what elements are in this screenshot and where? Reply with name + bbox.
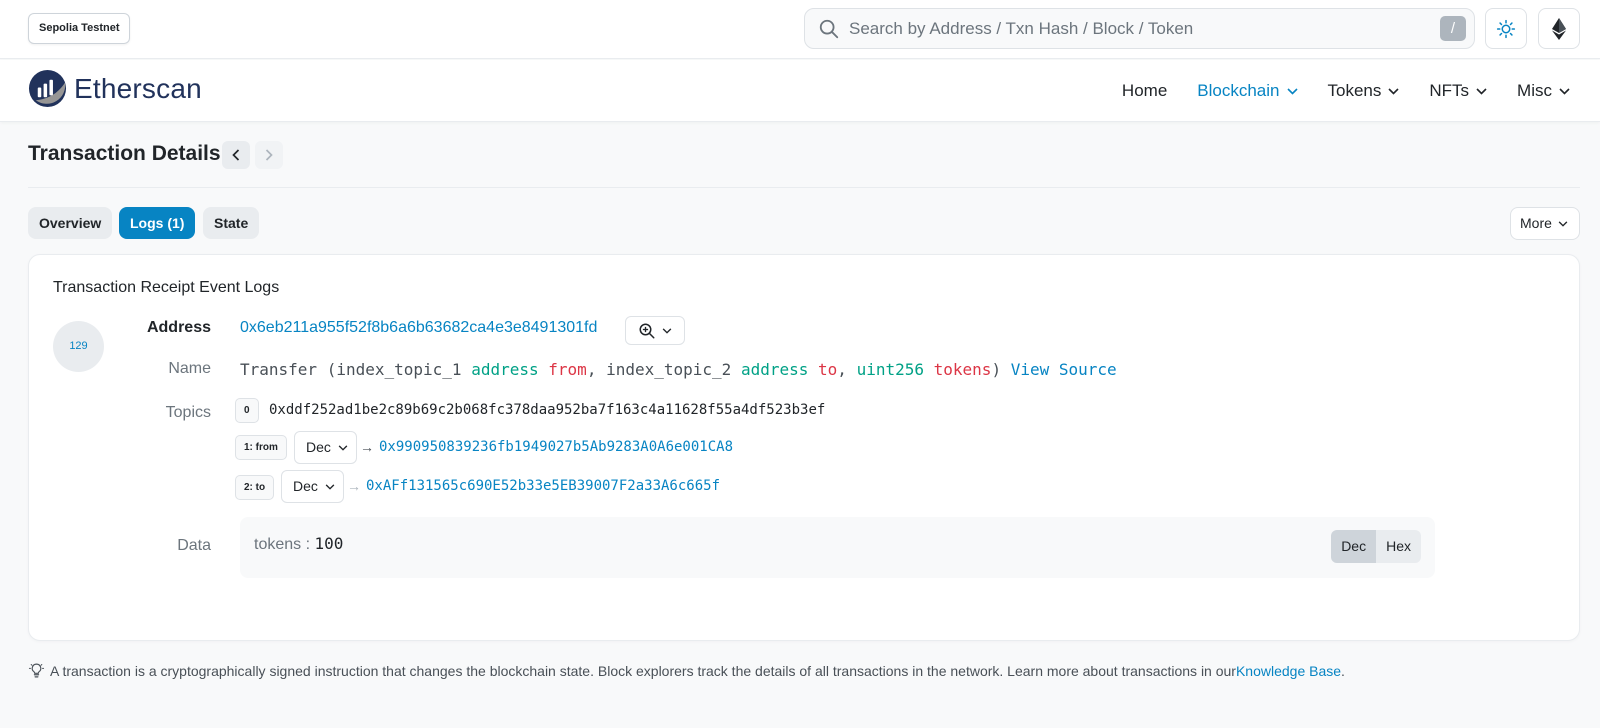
topic-value: 0xddf252ad1be2c89b69c2b068fc378daa952ba7… [269, 402, 826, 418]
punctuation: , [837, 360, 857, 379]
param-type: address [471, 360, 539, 379]
nav-item-label: Tokens [1327, 81, 1382, 100]
topic-format-select[interactable]: Dec [281, 470, 344, 503]
tab-state[interactable]: State [203, 207, 260, 239]
param-name: to [818, 360, 838, 379]
search-shortcut-key: / [1440, 16, 1466, 41]
topic-index-chip: 1: from [235, 435, 287, 460]
network-badge[interactable]: Sepolia Testnet [28, 13, 131, 44]
event-logs-card: Transaction Receipt Event Logs 129 Addre… [28, 254, 1580, 641]
topic-from-address-link[interactable]: 0x990950839236fb1949027b5Ab9283A0A6e001C… [379, 439, 733, 455]
ethereum-icon [1552, 17, 1566, 40]
data-panel: tokens : 100 Dec Hex [240, 517, 1435, 578]
decoded-data: tokens : 100 [254, 534, 343, 554]
param-topic: index_topic_2 [606, 360, 732, 379]
data-label: Data [177, 537, 211, 554]
main-navbar: Etherscan Home Blockchain Tokens NFTs Mi… [0, 60, 1600, 122]
page-title: Transaction Details [28, 142, 221, 165]
more-label: More [1520, 215, 1552, 231]
chevron-down-icon [1559, 87, 1570, 95]
param-name: from [548, 360, 587, 379]
lightbulb-icon [28, 663, 45, 678]
dec-toggle-button[interactable]: Dec [1331, 530, 1377, 563]
event-name: Transfer [240, 360, 318, 379]
knowledge-base-link[interactable]: Knowledge Base [1236, 663, 1341, 679]
nav-item-tokens[interactable]: Tokens [1328, 81, 1400, 101]
chevron-down-icon [1558, 220, 1568, 227]
param-type: address [740, 360, 809, 379]
view-source-link[interactable]: View Source [1011, 360, 1117, 379]
arrow-right-icon: → [360, 439, 374, 455]
param-name: tokens [933, 360, 992, 379]
nav-item-home[interactable]: Home [1122, 81, 1167, 101]
more-dropdown-button[interactable]: More [1510, 207, 1580, 240]
chevron-down-icon [325, 483, 335, 490]
chevron-left-icon [232, 149, 240, 161]
info-text-end: . [1341, 662, 1345, 679]
chevron-down-icon [338, 444, 348, 451]
nav-item-nfts[interactable]: NFTs [1429, 81, 1487, 101]
punctuation: , [586, 360, 607, 379]
chevron-right-icon [265, 149, 273, 161]
data-value: 100 [314, 534, 344, 553]
zoom-in-icon [639, 323, 655, 338]
theme-toggle-button[interactable] [1485, 8, 1527, 49]
address-label: Address [146, 319, 211, 336]
punctuation: ( [317, 360, 337, 379]
info-text: A transaction is a cryptographically sig… [50, 662, 1236, 679]
param-topic: index_topic_1 [336, 360, 462, 379]
topic-index-chip: 0 [235, 398, 259, 423]
data-key: tokens [254, 536, 302, 553]
logo-text: Etherscan [74, 72, 202, 104]
data-separator: : [301, 536, 315, 553]
format-value: Dec [306, 439, 331, 455]
address-options-button[interactable] [625, 316, 685, 345]
event-signature: Transfer (index_topic_1 address from, in… [240, 360, 1117, 379]
chevron-down-icon [1286, 87, 1298, 95]
topic-format-select[interactable]: Dec [294, 431, 357, 464]
event-logs-title: Transaction Receipt Event Logs [53, 279, 280, 296]
search-input[interactable] [849, 9, 1409, 48]
divider [28, 187, 1580, 188]
sun-icon [1496, 19, 1516, 38]
param-type: uint256 [856, 360, 924, 379]
network-switch-button[interactable] [1538, 8, 1580, 49]
etherscan-logo-icon [28, 69, 67, 108]
arrow-right-icon: → [347, 478, 361, 494]
search-box[interactable]: / [804, 8, 1475, 49]
transaction-info-note: A transaction is a cryptographically sig… [28, 662, 1345, 679]
nav-item-label: Misc [1517, 81, 1552, 100]
topic-to-address-link[interactable]: 0xAFf131565c690E52b33e5EB39007F2a33A6c66… [366, 478, 720, 494]
search-icon [819, 19, 839, 39]
name-label: Name [168, 360, 211, 377]
nav-item-label: Home [1121, 81, 1168, 100]
contract-address-link[interactable]: 0x6eb211a955f52f8b6a6b63682ca4e3e8491301… [240, 319, 597, 337]
chevron-down-icon [1476, 87, 1487, 95]
nav-item-label: Blockchain [1197, 81, 1280, 100]
tab-overview[interactable]: Overview [28, 207, 113, 239]
nav-item-blockchain[interactable]: Blockchain [1197, 81, 1298, 101]
top-bar: Sepolia Testnet / [0, 0, 1600, 59]
punctuation: ) [991, 360, 1002, 379]
format-value: Dec [293, 478, 318, 494]
etherscan-logo[interactable]: Etherscan [28, 69, 202, 108]
next-transaction-button[interactable] [255, 141, 283, 169]
previous-transaction-button[interactable] [222, 141, 250, 169]
topic-index-chip: 2: to [235, 475, 275, 500]
hex-toggle-button[interactable]: Hex [1376, 530, 1421, 563]
tab-logs[interactable]: Logs (1) [119, 207, 196, 239]
nav-item-label: NFTs [1429, 81, 1470, 100]
chevron-down-icon [662, 327, 672, 334]
data-format-toggle: Dec Hex [1331, 530, 1421, 563]
nav-menu: Home Blockchain Tokens NFTs Misc [1092, 60, 1570, 122]
nav-item-misc[interactable]: Misc [1517, 81, 1570, 101]
topics-label: Topics [165, 404, 211, 421]
chevron-down-icon [1388, 87, 1399, 95]
